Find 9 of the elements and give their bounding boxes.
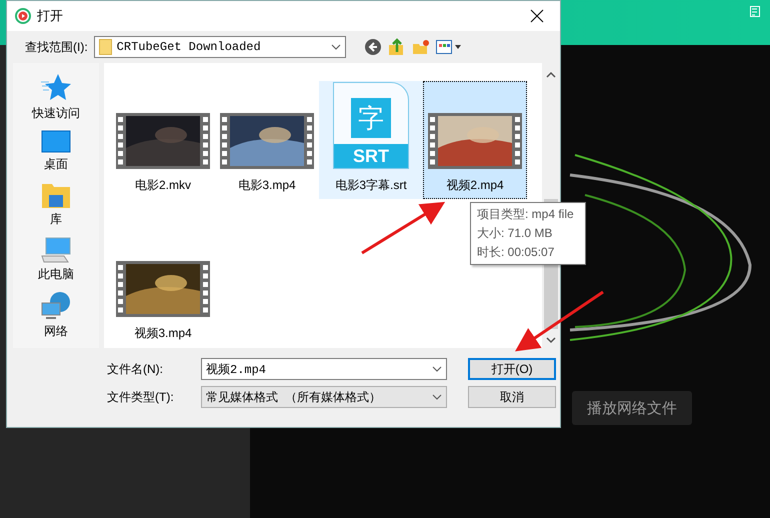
window-title: 打开 bbox=[37, 7, 64, 25]
tooltip-line: 时长: 00:05:07 bbox=[477, 244, 556, 261]
file-name-label: 文件名(N): bbox=[107, 360, 164, 378]
file-type-badge: SRT bbox=[334, 144, 408, 168]
look-in-label: 查找范围(I): bbox=[25, 38, 88, 56]
tooltip-line: 大小: 71.0 MB bbox=[477, 225, 554, 242]
subtitle-glyph: 字 bbox=[351, 98, 391, 138]
file-type-label: 文件类型(T): bbox=[107, 388, 175, 406]
tooltip-line: 项目类型: mp4 file bbox=[477, 206, 575, 223]
